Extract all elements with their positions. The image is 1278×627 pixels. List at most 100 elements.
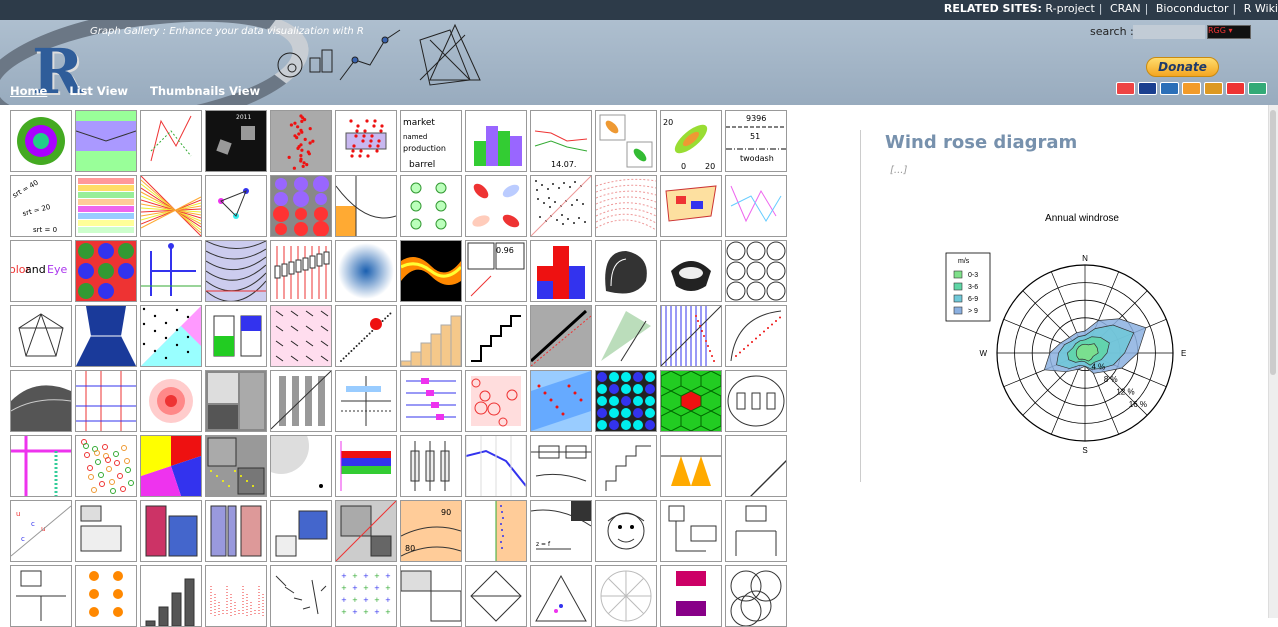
gallery-thumbnail[interactable] [595,435,657,497]
gallery-thumbnail[interactable]: marketnamedproductionbarrel [400,110,462,172]
donate-button[interactable]: Donate [1146,57,1219,77]
related-link-r-wiki[interactable]: R Wiki [1244,2,1278,15]
gallery-thumbnail[interactable]: 2011 [205,110,267,172]
nav-thumbnails-view[interactable]: Thumbnails View [150,84,260,98]
nav-list-view[interactable]: List View [69,84,128,98]
gallery-thumbnail[interactable] [205,240,267,302]
gallery-thumbnail[interactable] [465,500,527,562]
gallery-thumbnail[interactable] [75,500,137,562]
gallery-thumbnail[interactable] [270,110,332,172]
gallery-thumbnail[interactable] [75,110,137,172]
gallery-thumbnail[interactable] [140,500,202,562]
gallery-thumbnail[interactable] [660,240,722,302]
gallery-thumbnail[interactable] [140,110,202,172]
gallery-thumbnail[interactable] [595,175,657,237]
gallery-thumbnail[interactable] [465,110,527,172]
gallery-thumbnail[interactable] [400,240,462,302]
gallery-thumbnail[interactable] [530,305,592,367]
gallery-thumbnail[interactable] [660,500,722,562]
gallery-thumbnail[interactable] [205,175,267,237]
gallery-thumbnail[interactable] [595,305,657,367]
gallery-thumbnail[interactable] [595,370,657,432]
related-link-r-project[interactable]: R-project [1045,2,1094,15]
gallery-thumbnail[interactable] [140,305,202,367]
gallery-thumbnail[interactable] [205,435,267,497]
gallery-thumbnail[interactable] [400,305,462,367]
gallery-thumbnail[interactable] [530,175,592,237]
detail-more-link[interactable]: [...] [890,165,907,176]
gallery-thumbnail[interactable] [75,240,137,302]
gallery-thumbnail[interactable] [75,435,137,497]
gallery-thumbnail[interactable] [725,500,787,562]
gallery-thumbnail[interactable]: uccu [10,500,72,562]
gallery-thumbnail[interactable] [530,240,592,302]
gallery-thumbnail[interactable] [10,370,72,432]
gallery-thumbnail[interactable] [205,370,267,432]
gallery-thumbnail[interactable] [140,175,202,237]
gallery-thumbnail[interactable]: srt = 40srt = 20srt = 0 [10,175,72,237]
gallery-thumbnail[interactable] [400,370,462,432]
gallery-thumbnail[interactable] [400,175,462,237]
gallery-thumbnail[interactable] [595,500,657,562]
gallery-thumbnail[interactable] [140,240,202,302]
gallery-thumbnail[interactable] [400,435,462,497]
gallery-thumbnail[interactable] [140,370,202,432]
search-select[interactable]: RGG ▾ [1207,25,1251,39]
gallery-thumbnail[interactable]: 9080 [400,500,462,562]
related-link-bioconductor[interactable]: Bioconductor [1156,2,1229,15]
gallery-thumbnail[interactable] [660,175,722,237]
gallery-thumbnail[interactable]: olorandEye [10,240,72,302]
card-icon [1204,82,1223,95]
gallery-thumbnail[interactable] [335,370,397,432]
gallery-thumbnail[interactable] [530,435,592,497]
gallery-thumbnail[interactable]: 939651twodash [725,110,787,172]
search-input[interactable] [1133,25,1205,39]
gallery-thumbnail[interactable] [10,435,72,497]
gallery-thumbnail[interactable] [270,500,332,562]
gallery-thumbnail[interactable] [595,110,657,172]
related-sites: RELATED SITES: R-project| CRAN| Biocondu… [944,2,1278,15]
gallery-thumbnail[interactable] [465,305,527,367]
gallery-thumbnail[interactable] [595,240,657,302]
gallery-thumbnail[interactable] [270,240,332,302]
gallery-thumbnail[interactable] [465,370,527,432]
gallery-thumbnail[interactable] [270,435,332,497]
gallery-thumbnail[interactable] [660,370,722,432]
gallery-thumbnail[interactable] [725,240,787,302]
gallery-thumbnail[interactable] [725,175,787,237]
gallery-thumbnail[interactable] [75,370,137,432]
gallery-thumbnail[interactable] [725,435,787,497]
gallery-thumbnail[interactable] [335,435,397,497]
gallery-thumbnail[interactable] [660,305,722,367]
gallery-thumbnail[interactable] [205,500,267,562]
gallery-thumbnail[interactable]: 0.96 [465,240,527,302]
ring-label: 4 % [1091,362,1105,371]
gallery-thumbnail[interactable] [10,110,72,172]
gallery-thumbnail[interactable] [530,370,592,432]
gallery-thumbnail[interactable] [335,110,397,172]
nav-home[interactable]: Home [10,84,47,98]
gallery-thumbnail[interactable] [725,370,787,432]
gallery-thumbnail[interactable] [75,305,137,367]
gallery-thumbnail[interactable]: 20020 [660,110,722,172]
gallery-thumbnail[interactable] [75,175,137,237]
gallery-thumbnail[interactable] [465,435,527,497]
gallery-thumbnail[interactable]: z = f [530,500,592,562]
gallery-thumbnail[interactable] [335,240,397,302]
related-link-cran[interactable]: CRAN [1110,2,1141,15]
gallery-thumbnail[interactable] [465,175,527,237]
scrollbar-thumb[interactable] [1270,110,1276,375]
gallery-thumbnail[interactable] [660,435,722,497]
gallery-thumbnail[interactable] [270,370,332,432]
gallery-thumbnail[interactable] [205,305,267,367]
gallery-thumbnail[interactable] [10,305,72,367]
gallery-thumbnail[interactable] [140,435,202,497]
gallery-thumbnail[interactable]: 14.07. [530,110,592,172]
gallery-thumbnail[interactable] [270,175,332,237]
gallery-thumbnail[interactable] [270,305,332,367]
detail-title[interactable]: Wind rose diagram [885,132,1077,153]
gallery-thumbnail[interactable] [335,500,397,562]
gallery-thumbnail[interactable] [335,305,397,367]
gallery-thumbnail[interactable] [725,305,787,367]
gallery-thumbnail[interactable] [335,175,397,237]
